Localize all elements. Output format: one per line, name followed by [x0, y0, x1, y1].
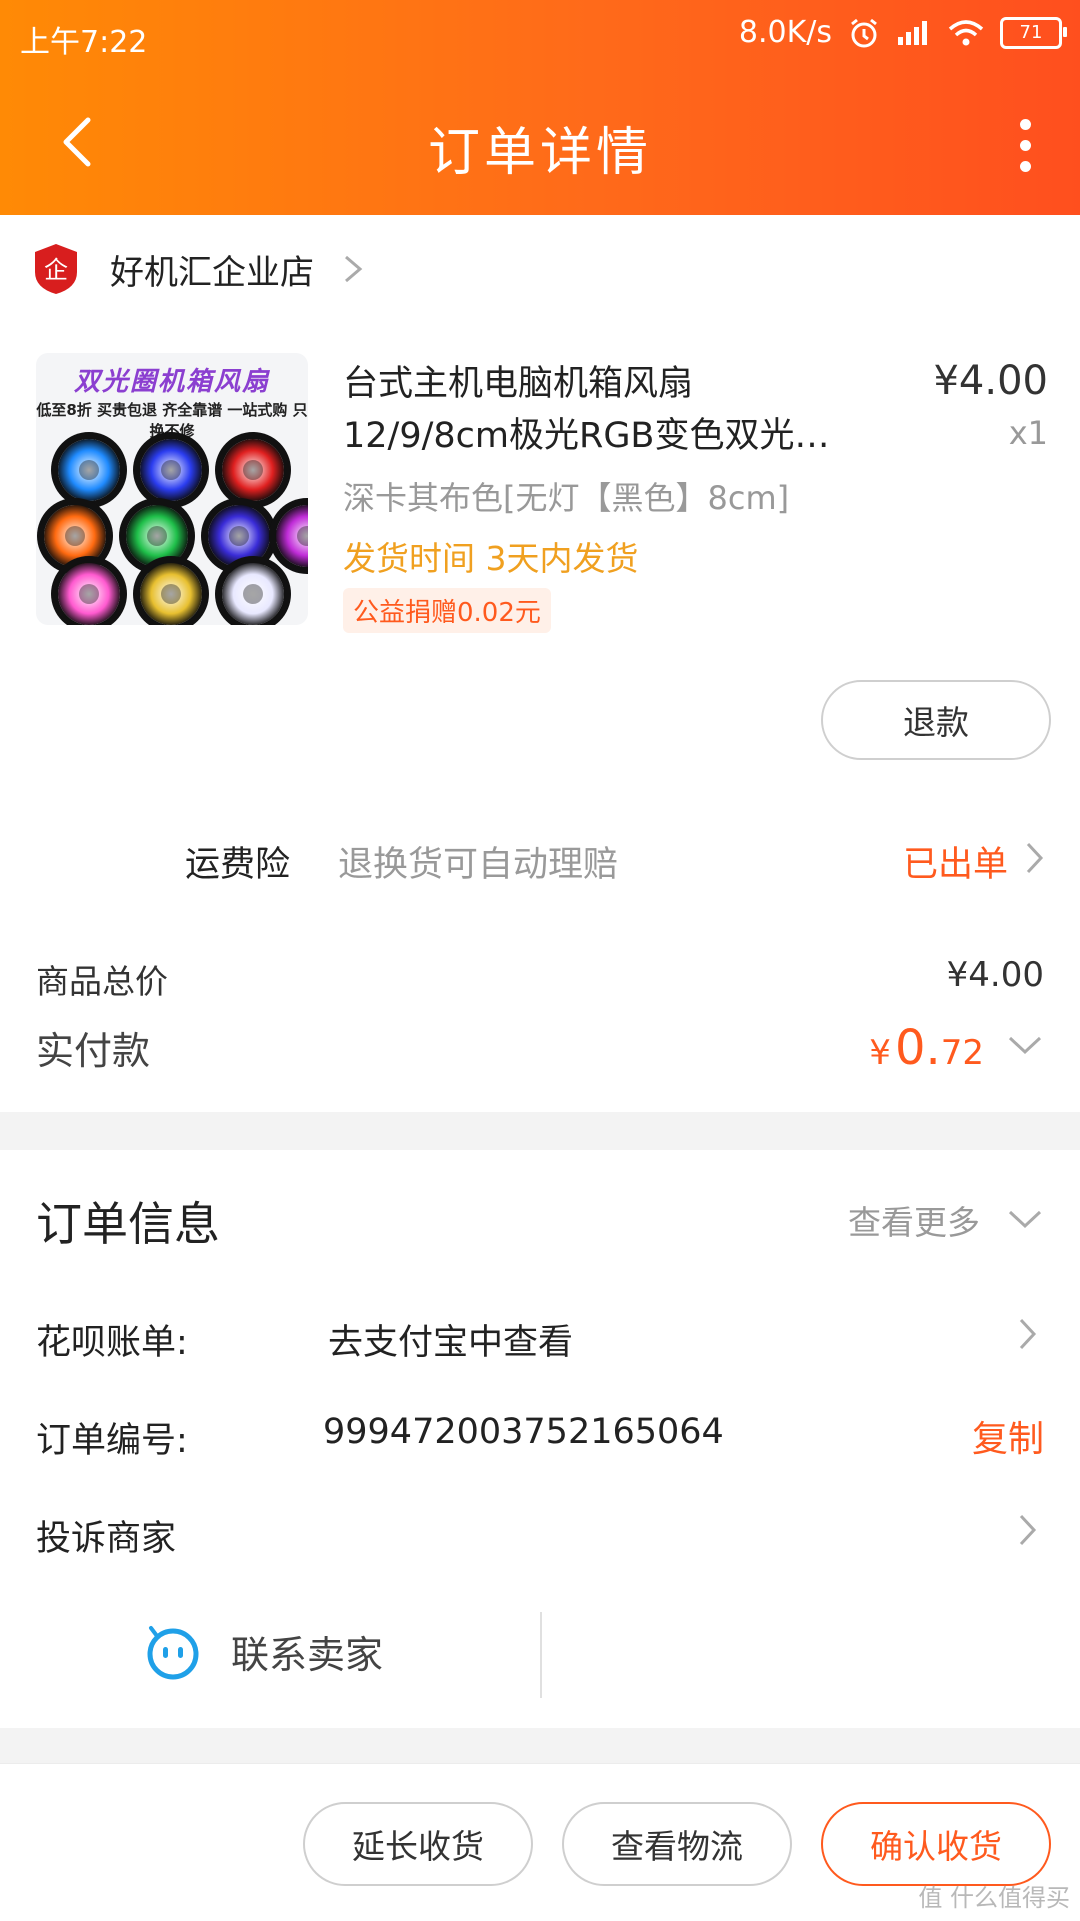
fan-image	[58, 439, 120, 501]
fan-image	[126, 505, 188, 567]
section-divider	[0, 1728, 1080, 1763]
battery-level: 71	[1019, 22, 1043, 43]
chevron-right-icon[interactable]	[1016, 1316, 1038, 1352]
paid-decimal: 72	[940, 1033, 984, 1073]
fan-image	[222, 439, 284, 501]
navbar: 订单详情	[0, 70, 1080, 215]
enterprise-store-badge-icon: 企	[35, 244, 77, 294]
chat-bot-icon	[147, 1626, 199, 1680]
confirm-receipt-button[interactable]: 确认收货	[821, 1802, 1051, 1886]
view-more-link[interactable]: 查看更多	[848, 1196, 980, 1244]
fan-image	[208, 505, 270, 567]
store-name: 好机汇企业店	[110, 252, 314, 293]
fan-image	[140, 563, 202, 625]
status-icons: 8.0K/s 71	[738, 15, 1067, 50]
total-price-value: ¥4.00	[946, 955, 1044, 995]
paid-amount-label: 实付款	[36, 1029, 151, 1073]
battery-icon: 71	[1000, 16, 1067, 49]
paid-amount-value[interactable]: ¥ 0. 72	[869, 1020, 984, 1076]
watermark: 值 什么值得买	[918, 1884, 1070, 1912]
chevron-right-icon	[345, 255, 363, 283]
shipping-insurance-desc: 退换货可自动理赔	[338, 845, 619, 885]
shipping-insurance-status[interactable]: 已出单	[903, 836, 1008, 887]
more-options-icon[interactable]	[1010, 114, 1040, 174]
copy-button[interactable]: 复制	[972, 1410, 1044, 1462]
shipping-insurance-label: 运费险	[185, 845, 291, 885]
alarm-icon	[851, 18, 877, 47]
section-divider	[0, 1112, 1080, 1150]
huabei-bill-label: 花呗账单:	[36, 1323, 188, 1363]
store-row[interactable]: 企 好机汇企业店	[32, 242, 366, 296]
refund-button[interactable]: 退款	[821, 680, 1051, 760]
product-price: ¥4.00	[933, 358, 1048, 404]
wifi-icon	[948, 19, 984, 45]
paid-currency: ¥	[869, 1033, 891, 1073]
fan-image	[222, 563, 284, 625]
order-info-title: 订单信息	[36, 1197, 220, 1251]
bottom-action-bar: 延长收货 查看物流 确认收货 值 什么值得买	[0, 1763, 1080, 1921]
svg-text:企: 企	[44, 256, 68, 284]
extend-receipt-button[interactable]: 延长收货	[303, 1802, 533, 1886]
order-number-label: 订单编号:	[36, 1421, 188, 1461]
fan-image	[44, 505, 106, 567]
total-price-label: 商品总价	[36, 962, 168, 1001]
thumbnail-subtitle: 低至8折 买贵包退 齐全靠谱 一站式购 只换不修	[36, 401, 308, 440]
vertical-divider	[540, 1612, 542, 1698]
thumbnail-title: 双光圈机箱风扇	[73, 367, 270, 397]
fan-image	[276, 505, 308, 567]
product-thumbnail[interactable]: 双光圈机箱风扇 低至8折 买贵包退 齐全靠谱 一站式购 只换不修	[36, 353, 308, 625]
complain-seller-link[interactable]: 投诉商家	[36, 1510, 176, 1561]
product-title[interactable]: 台式主机电脑机箱风扇 12/9/8cm极光RGB变色双光…	[343, 358, 873, 462]
order-number-value: 999472003752165064	[323, 1412, 724, 1452]
signal-icon	[898, 20, 927, 45]
product-quantity: x1	[1008, 414, 1048, 452]
network-speed: 8.0K/s	[738, 15, 832, 50]
fan-image	[58, 563, 120, 625]
huabei-bill-link[interactable]: 去支付宝中查看	[328, 1314, 573, 1365]
chevron-right-icon[interactable]	[1022, 840, 1046, 876]
status-bar: 上午7:22 8.0K/s 71	[0, 0, 1080, 70]
status-time: 上午7:22	[20, 25, 148, 60]
contact-seller-button[interactable]: 联系卖家	[143, 1622, 383, 1680]
header: 上午7:22 8.0K/s 71 订单详情	[0, 0, 1080, 215]
page-title: 订单详情	[427, 123, 652, 183]
fan-image	[140, 439, 202, 501]
chevron-down-icon[interactable]	[1006, 1206, 1044, 1232]
product-title-line2: 12/9/8cm极光RGB变色双光…	[343, 416, 830, 456]
contact-seller-label: 联系卖家	[231, 1632, 384, 1677]
shipping-time: 发货时间 3天内发货	[343, 539, 639, 578]
view-logistics-button[interactable]: 查看物流	[562, 1802, 792, 1886]
chevron-down-icon[interactable]	[1006, 1032, 1044, 1058]
paid-integer: 0.	[894, 1020, 941, 1076]
product-title-line1: 台式主机电脑机箱风扇	[343, 364, 694, 404]
chevron-right-icon[interactable]	[1016, 1512, 1038, 1548]
charity-badge: 公益捐赠0.02元	[343, 588, 551, 633]
product-sku: 深卡其布色[无灯【黑色】8cm]	[343, 479, 790, 517]
